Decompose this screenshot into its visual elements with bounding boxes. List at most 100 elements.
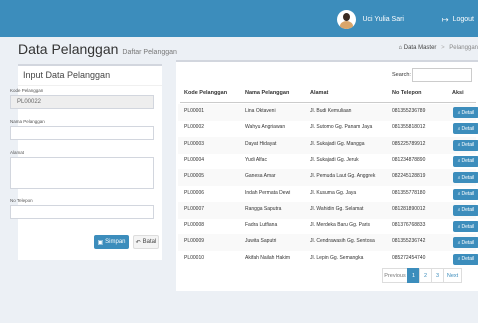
pagination-previous[interactable]: Previous (382, 268, 408, 283)
table-row: PL00004 Yudi Alfac Jl. Sukajadi Gg. Jeruk 0… (178, 153, 478, 170)
breadcrumb-data-master[interactable]: Data Master (404, 45, 437, 51)
top-navbar: Uci Yulia Sari ↦ Logout (0, 0, 478, 37)
detail-label: Detail (461, 191, 475, 197)
cell-kode: PL00003 (184, 140, 205, 147)
logout-label: Logout (452, 15, 474, 23)
cell-alamat: Jl. Budi Kemuliaan (310, 108, 352, 114)
cell-alamat: Jl. Merdeka Baru Gg. Paris (310, 222, 371, 229)
table-row: PL00007 Rangga Saputra Jl. Wahidin Gg. Sel… (178, 201, 478, 219)
alamat-textarea[interactable] (10, 157, 154, 189)
cell-telepon: 081355236789 (392, 108, 426, 114)
customer-table-panel: Search: Kode Pelanggan Nama Pelanggan Al… (176, 60, 478, 291)
cell-kode: PL00007 (184, 205, 205, 212)
detail-button[interactable]: ⌕ Detail (453, 188, 478, 200)
cell-telepon: 085272454740 (392, 254, 426, 261)
column-header-telepon[interactable]: No Telepon (392, 90, 422, 102)
search-input[interactable] (412, 68, 472, 82)
page-title: Data Pelanggan Daftar Pelanggan (18, 41, 177, 57)
telepon-label: No Telepon (10, 198, 33, 203)
cell-telepon: 081234878890 (392, 156, 426, 163)
telepon-field[interactable] (10, 205, 154, 219)
table-row: PL00001 Lina Oktaveni Jl. Budi Kemuliaan 08… (178, 104, 478, 121)
nama-label: Nama Pelanggan (10, 119, 45, 124)
simpan-button[interactable]: ▣ Simpan (94, 235, 129, 249)
column-header-nama[interactable]: Nama Pelanggan (245, 90, 289, 102)
table-row: PL00010 Akifah Nailah Hakim Jl. Lepin Gg. … (178, 251, 478, 268)
cell-kode: PL00010 (184, 254, 205, 261)
detail-button[interactable]: ⌕ Detail (453, 155, 478, 167)
cell-telepon: 081355818012 (392, 124, 426, 131)
cell-kode: PL00009 (184, 238, 205, 245)
cell-alamat: Jl. Sukajadi Gg. Mangga (310, 140, 365, 147)
detail-button[interactable]: ⌕ Detail (453, 139, 478, 151)
simpan-label: Simpan (105, 239, 126, 245)
batal-button[interactable]: ↶ Batal (133, 235, 159, 249)
cell-alamat: Jl. Sutomo Gg. Panam Jaya (310, 124, 373, 131)
detail-label: Detail (461, 142, 475, 149)
detail-label: Detail (461, 207, 475, 214)
user-menu[interactable]: Uci Yulia Sari (337, 9, 404, 29)
detail-label: Detail (461, 125, 475, 132)
cell-kode: PL00001 (184, 108, 205, 114)
cell-nama: Ganesa Amar (245, 173, 276, 180)
cell-alamat: Jl. Pemuda Laut Gg. Anggrek (310, 173, 376, 180)
search-icon: ⌕ (457, 239, 461, 246)
detail-button[interactable]: ⌕ Detail (453, 221, 478, 233)
detail-button[interactable]: ⌕ Detail (453, 107, 478, 118)
cell-nama: Akifah Nailah Hakim (245, 254, 291, 261)
detail-label: Detail (461, 109, 475, 116)
cell-telepon: 081281890012 (392, 205, 426, 212)
nama-field[interactable] (10, 126, 154, 140)
detail-button[interactable]: ⌕ Detail (453, 172, 478, 184)
undo-icon: ↶ (135, 239, 141, 246)
cell-alamat: Jl. Wahidin Gg. Selamat (310, 205, 364, 212)
cell-kode: PL00005 (184, 173, 205, 180)
detail-label: Detail (461, 174, 475, 181)
user-name: Uci Yulia Sari (362, 15, 404, 23)
cell-nama: Indah Permata Dewi (245, 189, 291, 196)
search-icon: ⌕ (457, 256, 461, 263)
breadcrumb: ⌂ Data Master > Pelanggan (398, 45, 478, 51)
search-icon: ⌕ (457, 142, 461, 149)
pagination: Previous 1 2 3 Next (382, 268, 462, 283)
pagination-next[interactable]: Next (443, 268, 462, 283)
kode-label: Kode Pelanggan (10, 88, 44, 93)
search-icon: ⌕ (457, 174, 461, 181)
logout-link[interactable]: ↦ Logout (442, 9, 474, 29)
cell-alamat: Jl. Sukajadi Gg. Jeruk (310, 156, 359, 163)
search-icon: ⌕ (457, 223, 461, 230)
search-icon: ⌕ (457, 207, 461, 214)
column-header-alamat[interactable]: Alamat (310, 90, 328, 102)
cell-kode: PL00008 (184, 222, 205, 229)
cell-alamat: Jl. Kusuma Gg. Jaya (310, 189, 357, 196)
save-icon: ▣ (97, 239, 104, 246)
page-subtitle: Daftar Pelanggan (122, 49, 177, 56)
cell-telepon: 085225789912 (392, 140, 426, 147)
sign-out-icon: ↦ (441, 14, 449, 24)
search-icon: ⌕ (457, 158, 461, 165)
column-header-aksi: Aksi (452, 90, 464, 96)
kode-field: PL00022 (10, 95, 154, 109)
column-header-kode[interactable]: Kode Pelanggan (184, 90, 227, 102)
breadcrumb-separator: > (441, 45, 445, 51)
cell-telepon: 081355778180 (392, 189, 426, 196)
detail-button[interactable]: ⌕ Detail (453, 237, 478, 249)
cell-telepon: 082245128819 (392, 173, 426, 180)
detail-button[interactable]: ⌕ Detail (453, 204, 478, 216)
search-label: Search: (392, 72, 411, 78)
detail-label: Detail (461, 223, 475, 230)
user-avatar (337, 9, 357, 29)
detail-label: Detail (461, 256, 475, 263)
table-row: PL00003 Dayat Hidayat Jl. Sukajadi Gg. Man… (178, 136, 478, 154)
table-row: PL00006 Indah Permata Dewi Jl. Kusuma Gg. … (178, 186, 478, 203)
cell-nama: Lina Oktaveni (245, 108, 276, 114)
cell-nama: Juwita Saputri (245, 238, 277, 245)
detail-button[interactable]: ⌕ Detail (453, 123, 478, 135)
detail-button[interactable]: ⌕ Detail (453, 253, 478, 265)
alamat-label: Alamat (10, 150, 25, 155)
table-row: PL00005 Ganesa Amar Jl. Pemuda Laut Gg. An… (178, 169, 478, 187)
form-title: Input Data Pelanggan (23, 70, 111, 80)
cell-alamat: Jl. Cendrawasih Gg. Sentosa (310, 238, 375, 245)
batal-label: Batal (142, 239, 157, 245)
table-row: PL00009 Juwita Saputri Jl. Cendrawasih Gg.… (178, 234, 478, 252)
